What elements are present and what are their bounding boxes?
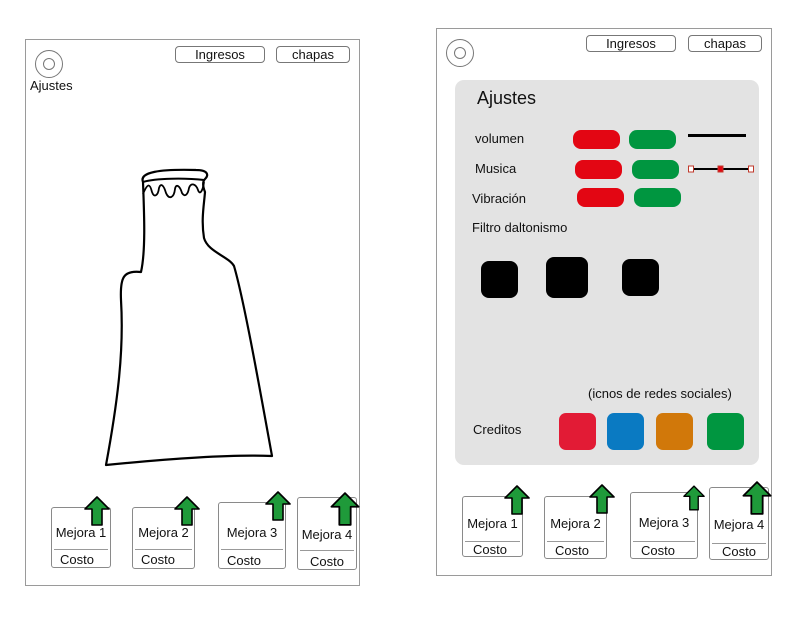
up-arrow-icon[interactable] <box>589 484 615 514</box>
upgrade-1-name: Mejora 1 <box>55 525 107 540</box>
vibracion-on-toggle[interactable] <box>634 188 681 207</box>
upgrade-card-3[interactable]: Mejora 3 Costo <box>630 492 698 559</box>
up-arrow-icon[interactable] <box>742 481 772 515</box>
ingresos-button[interactable]: Ingresos <box>586 35 676 52</box>
upgrade-2-cost: Costo <box>555 543 589 558</box>
divider <box>54 549 108 550</box>
upgrade-4-cost: Costo <box>722 544 756 559</box>
volumen-slider[interactable] <box>688 134 746 137</box>
upgrade-4-name: Mejora 4 <box>301 527 353 542</box>
social-icon-red[interactable] <box>559 413 596 450</box>
social-icon-blue[interactable] <box>607 413 644 450</box>
upgrade-2-name: Mejora 2 <box>138 525 189 540</box>
volumen-off-toggle[interactable] <box>573 130 620 149</box>
upgrade-2-cost: Costo <box>141 552 175 567</box>
upgrade-card-2[interactable]: Mejora 2 Costo <box>132 507 195 569</box>
up-arrow-icon[interactable] <box>84 496 110 526</box>
settings-gear-icon[interactable] <box>446 39 474 67</box>
upgrade-4-cost: Costo <box>310 554 344 569</box>
musica-slider[interactable] <box>688 164 754 174</box>
filtro-label: Filtro daltonismo <box>472 220 568 235</box>
creditos-label: Creditos <box>473 422 522 437</box>
upgrade-card-1[interactable]: Mejora 1 Costo <box>462 496 523 557</box>
upgrade-3-name: Mejora 3 <box>226 525 278 540</box>
volumen-on-toggle[interactable] <box>629 130 676 149</box>
upgrade-1-cost: Costo <box>473 542 507 557</box>
up-arrow-icon[interactable] <box>174 496 200 526</box>
upgrade-card-1[interactable]: Mejora 1 Costo <box>51 507 111 568</box>
filter-option-1[interactable] <box>481 261 518 298</box>
vibracion-off-toggle[interactable] <box>577 188 624 207</box>
ajustes-label: Ajustes <box>30 78 73 93</box>
social-icon-orange[interactable] <box>656 413 693 450</box>
settings-title: Ajustes <box>477 88 537 108</box>
redes-label: (icnos de redes sociales) <box>588 386 732 401</box>
vibracion-label: Vibración <box>472 191 526 206</box>
divider <box>300 550 354 551</box>
filter-option-3[interactable] <box>622 259 659 296</box>
upgrade-1-name: Mejora 1 <box>467 516 518 531</box>
settings-gear-icon[interactable] <box>35 50 63 78</box>
divider <box>547 541 604 542</box>
filter-option-2[interactable] <box>546 257 588 298</box>
upgrade-3-name: Mejora 3 <box>638 515 690 530</box>
musica-label: Musica <box>475 161 517 176</box>
up-arrow-icon[interactable] <box>504 485 530 515</box>
volumen-label: volumen <box>475 131 525 146</box>
upgrade-3-cost: Costo <box>641 543 675 558</box>
musica-on-toggle[interactable] <box>632 160 679 179</box>
chapas-button[interactable]: chapas <box>276 46 350 63</box>
upgrade-3-cost: Costo <box>227 553 261 568</box>
game-screen: Ajustes Ingresos chapas Mejora 1 Costo M… <box>25 39 360 586</box>
upgrade-2-name: Mejora 2 <box>550 516 601 531</box>
bottle-drawing[interactable] <box>86 160 286 470</box>
upgrade-card-4[interactable]: Mejora 4 Costo <box>709 487 769 560</box>
upgrade-1-cost: Costo <box>60 552 94 567</box>
upgrade-card-4[interactable]: Mejora 4 Costo <box>297 497 357 570</box>
up-arrow-icon[interactable] <box>330 492 360 526</box>
divider <box>633 541 695 542</box>
settings-screen: Ingresos chapas Ajustes volumen Musica V… <box>436 28 772 576</box>
up-arrow-icon[interactable] <box>265 491 291 521</box>
upgrade-card-2[interactable]: Mejora 2 Costo <box>544 496 607 559</box>
musica-off-toggle[interactable] <box>575 160 622 179</box>
up-arrow-icon[interactable] <box>683 485 705 511</box>
divider <box>135 549 192 550</box>
social-icon-green[interactable] <box>707 413 744 450</box>
upgrade-card-3[interactable]: Mejora 3 Costo <box>218 502 286 569</box>
upgrade-4-name: Mejora 4 <box>713 517 765 532</box>
divider <box>221 549 283 550</box>
ingresos-button[interactable]: Ingresos <box>175 46 265 63</box>
settings-panel: Ajustes volumen Musica Vibración Filtro … <box>455 80 759 465</box>
chapas-button[interactable]: chapas <box>688 35 762 52</box>
